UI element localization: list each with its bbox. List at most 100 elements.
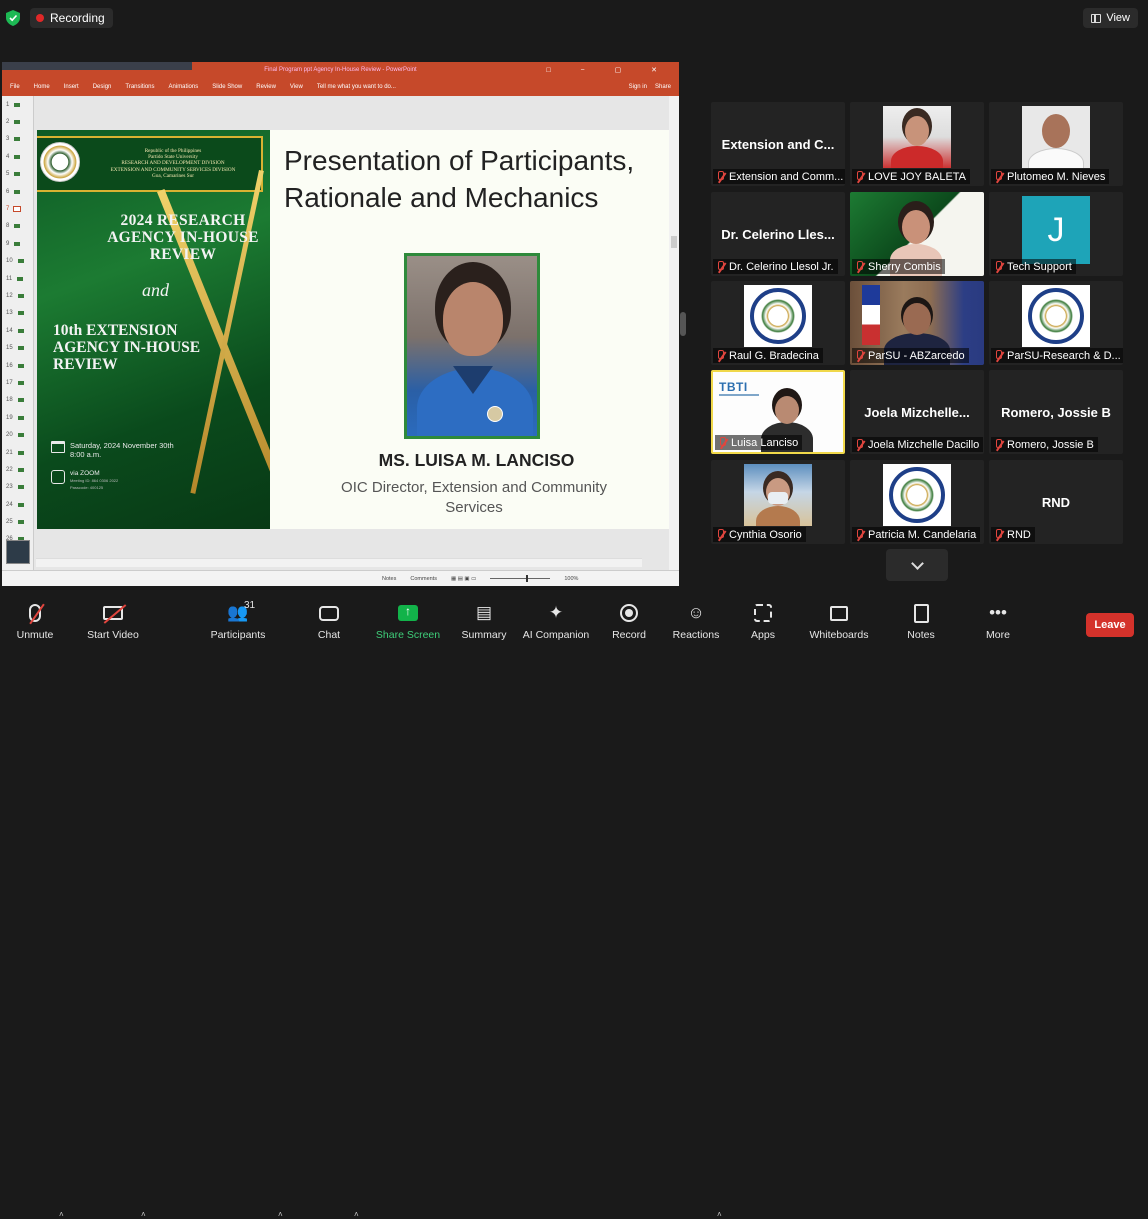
slide-thumbnail[interactable]: 23 (2, 479, 33, 496)
slide-thumbnail[interactable]: 13 (2, 305, 33, 322)
slide-thumbnail[interactable]: 8 (2, 218, 33, 235)
chat-button[interactable]: Chat (316, 602, 342, 646)
video-options-caret[interactable]: ˄ (141, 1210, 146, 1219)
participant-tile[interactable]: J Tech Support (989, 192, 1123, 276)
participants-options-caret[interactable]: ˄ (278, 1210, 283, 1219)
view-buttons[interactable]: ▦ ▤ ▣ ▭ (451, 576, 476, 582)
participant-video (1022, 106, 1090, 168)
sign-in-link[interactable]: Sign in (629, 84, 647, 90)
ribbon-tab[interactable]: File (10, 84, 20, 90)
notes-toggle[interactable]: Notes (382, 576, 396, 582)
apps-button[interactable]: Apps (750, 602, 776, 646)
participant-tile[interactable]: Dr. Celerino Lles... Dr. Celerino Llesol … (711, 192, 845, 276)
slide-thumbnail[interactable]: 22 (2, 461, 33, 478)
ribbon-tab[interactable]: Home (34, 84, 50, 90)
slide-thumbnail[interactable]: 12 (2, 287, 33, 304)
ribbon-tab[interactable]: View (290, 84, 303, 90)
slide-thumbnail[interactable]: 7 (2, 200, 33, 217)
ai-companion-button[interactable]: ✦ AI Companion (523, 602, 590, 646)
slide-thumbnail[interactable]: 25 (2, 513, 33, 530)
whiteboards-button[interactable]: Whiteboards (809, 602, 869, 646)
slide-thumbnail[interactable]: 20 (2, 426, 33, 443)
share-screen-button[interactable]: Share Screen (376, 602, 440, 646)
participant-tile[interactable]: RND RND (989, 460, 1123, 544)
audio-options-caret[interactable]: ˄ (59, 1210, 64, 1219)
participant-tile[interactable]: Joela Mizchelle... Joela Mizchelle Dacill… (850, 370, 984, 454)
recording-indicator[interactable]: Recording (30, 8, 113, 28)
event-date: Saturday, 2024 November 30th 8:00 a.m. (51, 441, 201, 459)
slide-thumb-mark (14, 120, 21, 125)
security-shield-icon[interactable] (6, 10, 20, 26)
participant-tile[interactable]: Raul G. Bradecina (711, 281, 845, 365)
slide-thumbnail[interactable]: 16 (2, 357, 33, 374)
more-button[interactable]: ••• More (984, 602, 1012, 646)
slide-thumbnail[interactable]: 17 (2, 374, 33, 391)
participants-button[interactable]: 👥 31 Participants (210, 600, 266, 646)
slide-thumbnail[interactable]: 10 (2, 253, 33, 270)
slide-thumbnail[interactable]: 6 (2, 183, 33, 200)
start-video-button[interactable]: Start Video (86, 602, 140, 646)
ribbon-tab[interactable]: Animations (169, 84, 199, 90)
slide-horizontal-scrollbar[interactable] (36, 558, 642, 567)
microphone-muted-icon (717, 436, 728, 449)
participant-tile[interactable]: LOVE JOY BALETA (850, 102, 984, 186)
slide-thumbnail[interactable]: 24 (2, 496, 33, 513)
summary-icon: ▤ (475, 603, 493, 622)
ribbon-tab[interactable]: Review (256, 84, 276, 90)
record-button[interactable]: Record (611, 602, 647, 646)
slide-thumbnail[interactable]: 2 (2, 113, 33, 130)
reactions-label: Reactions (672, 629, 720, 641)
slide-number: 21 (6, 449, 13, 456)
comments-toggle[interactable]: Comments (410, 576, 437, 582)
participant-name-label: Extension and Comm... (713, 169, 845, 184)
zoom-level[interactable]: 100% (564, 576, 578, 582)
share-screen-icon (398, 604, 418, 621)
ribbon-tab[interactable]: Transitions (125, 84, 154, 90)
participant-tile[interactable]: ParSU - ABZarcedo (850, 281, 984, 365)
participant-tile[interactable]: ParSU-Research & D... (989, 281, 1123, 365)
view-button[interactable]: View (1083, 8, 1138, 28)
participant-tile[interactable]: TBTI Luisa Lanciso (711, 370, 845, 454)
slide-thumb-mark (17, 502, 24, 507)
slide-thumbnail[interactable]: 11 (2, 270, 33, 287)
zoom-slider[interactable] (490, 575, 551, 582)
ribbon-tab[interactable]: Insert (64, 84, 79, 90)
notes-button[interactable]: Notes (906, 602, 936, 646)
reactions-options-caret[interactable]: ˄ (717, 1210, 722, 1219)
slide-thumbnail[interactable]: 14 (2, 322, 33, 339)
slide-thumbnail[interactable]: 15 (2, 339, 33, 356)
participant-name: Extension and Comm... (729, 170, 844, 183)
slide-thumbnail[interactable]: 21 (2, 444, 33, 461)
ribbon-tab[interactable]: Slide Show (212, 84, 242, 90)
participant-tile[interactable]: Patricia M. Candelaria (850, 460, 984, 544)
slide-thumbnail[interactable]: 5 (2, 166, 33, 183)
chat-options-caret[interactable]: ˄ (354, 1210, 359, 1219)
ribbon-tab[interactable]: Design (93, 84, 112, 90)
share-button[interactable]: Share (655, 84, 671, 90)
splitter-handle[interactable] (680, 312, 686, 336)
slide-thumbnail[interactable]: 1 (2, 96, 33, 113)
unmute-button[interactable]: Unmute (14, 602, 56, 646)
summary-button[interactable]: ▤ Summary (461, 602, 507, 646)
participant-tile[interactable]: Extension and C... Extension and Comm... (711, 102, 845, 186)
slide-thumbnail[interactable]: 18 (2, 392, 33, 409)
slide-thumbnail-preview[interactable] (6, 540, 30, 564)
participant-tile[interactable]: Cynthia Osorio (711, 460, 845, 544)
whiteboards-label: Whiteboards (809, 629, 869, 641)
slide-vertical-scrollbar[interactable] (669, 96, 679, 570)
participant-tile[interactable]: Plutomeo M. Nieves (989, 102, 1123, 186)
slide-thumbnail[interactable]: 9 (2, 235, 33, 252)
slide-thumb-mark (17, 433, 24, 438)
slide-thumb-mark (17, 467, 24, 472)
ribbon-tab[interactable]: Tell me what you want to do... (317, 84, 396, 90)
participant-tile[interactable]: Romero, Jossie B Romero, Jossie B (989, 370, 1123, 454)
slide-thumbnail[interactable]: 4 (2, 148, 33, 165)
leave-button[interactable]: Leave (1086, 613, 1134, 637)
gallery-next-page-button[interactable] (886, 549, 948, 581)
slide-thumbnail[interactable]: 3 (2, 131, 33, 148)
slide-thumbnail[interactable]: 19 (2, 409, 33, 426)
reactions-button[interactable]: ☺ Reactions (672, 602, 720, 646)
participant-tile[interactable]: Sherry Combis (850, 192, 984, 276)
participant-name: Tech Support (1007, 260, 1072, 273)
microphone-muted-icon (854, 438, 865, 451)
